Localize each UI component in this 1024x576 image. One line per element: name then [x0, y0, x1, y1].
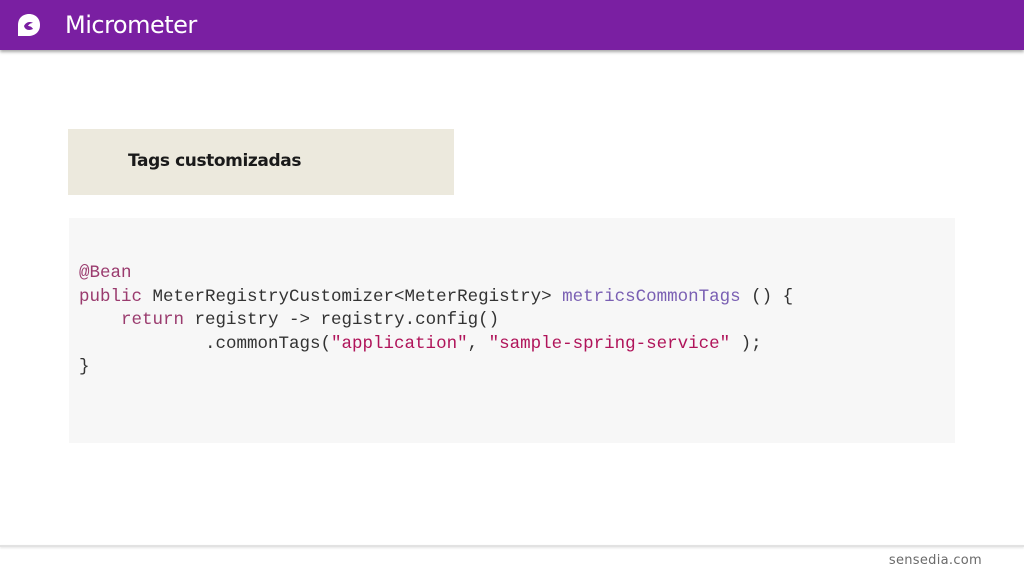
- code-return-expr: registry -> registry.config(): [184, 310, 500, 330]
- header-bar: Micrometer: [0, 0, 1024, 50]
- code-annotation: @Bean: [79, 263, 132, 283]
- code-type: MeterRegistryCustomizer<MeterRegistry>: [142, 286, 563, 307]
- code-closing-brace: }: [79, 357, 90, 377]
- slide: Micrometer Tags customizadas @Bean publi…: [0, 0, 1024, 576]
- footer-brand: sensedia.com: [888, 553, 982, 568]
- footer-divider: [0, 545, 1024, 547]
- code-text: @Bean public MeterRegistryCustomizer<Met…: [79, 262, 793, 380]
- section-label-box: Tags customizadas: [68, 129, 454, 195]
- page-title: Micrometer: [65, 11, 197, 39]
- code-string-application: "application": [331, 333, 468, 354]
- code-separator: ,: [467, 333, 489, 354]
- code-keyword-public: public: [79, 286, 143, 307]
- code-common-tags-call: .commonTags(: [79, 333, 332, 354]
- code-call-end: );: [730, 333, 762, 354]
- sensedia-logo-icon: [18, 14, 40, 36]
- code-keyword-return: return: [121, 310, 185, 330]
- code-block: @Bean public MeterRegistryCustomizer<Met…: [69, 218, 955, 443]
- section-label: Tags customizadas: [128, 151, 302, 171]
- code-signature-end: () {: [740, 286, 794, 307]
- code-method-name: metricsCommonTags: [562, 286, 741, 307]
- code-string-service: "sample-spring-service": [488, 333, 731, 354]
